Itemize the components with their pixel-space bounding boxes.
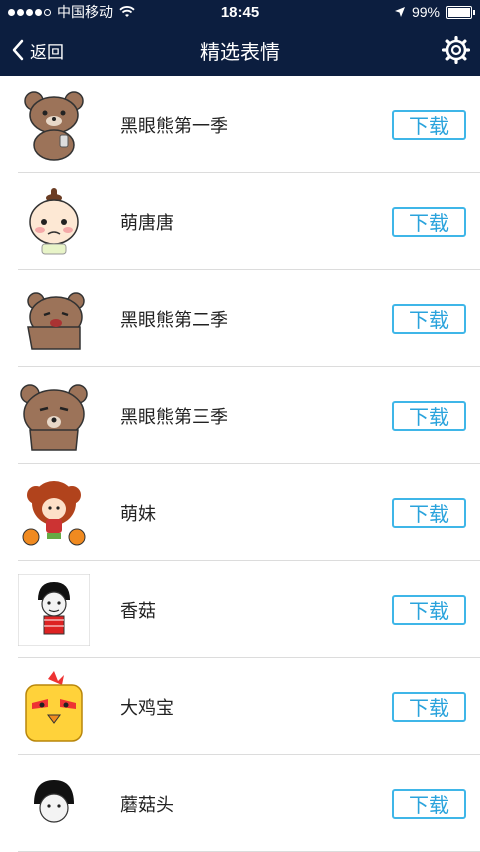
item-name: 黑眼熊第三季 [120, 406, 228, 427]
download-button[interactable]: 下载 [392, 594, 466, 625]
status-right: 99% [394, 4, 475, 20]
list-item[interactable]: 萌唐唐 下载 [0, 173, 480, 270]
list-item[interactable]: 大鸡宝 下载 [0, 658, 480, 755]
settings-button[interactable] [442, 36, 470, 64]
battery-icon [446, 5, 475, 19]
bear-sticker-thumbnail [18, 89, 90, 161]
bear-sticker-thumbnail [18, 380, 90, 452]
list-item[interactable]: 蘑菇头 下载 [0, 755, 480, 852]
back-button[interactable]: 返回 [10, 38, 64, 63]
gear-icon [442, 36, 470, 64]
list-item[interactable]: 香菇 下载 [0, 561, 480, 658]
chevron-left-icon [12, 39, 24, 61]
nav-bar: 返回 精选表情 [0, 24, 480, 76]
item-name: 黑眼熊第二季 [120, 309, 228, 330]
download-button[interactable]: 下载 [392, 109, 466, 140]
location-arrow-icon [394, 7, 405, 17]
item-name: 蘑菇头 [120, 794, 174, 815]
battery-percent: 99% [411, 4, 440, 20]
xianggu-sticker-thumbnail [18, 573, 90, 646]
download-button[interactable]: 下载 [392, 691, 466, 722]
back-label: 返回 [30, 42, 64, 62]
item-name: 黑眼熊第一季 [120, 115, 228, 136]
download-button[interactable]: 下载 [392, 400, 466, 431]
item-name: 萌妹 [120, 503, 156, 524]
list-item[interactable]: 黑眼熊第二季 下载 [0, 270, 480, 367]
download-button[interactable]: 下载 [392, 497, 466, 528]
carrier-name: 中国移动 [57, 4, 113, 20]
signal-icon [8, 8, 51, 16]
status-time: 18:45 [220, 3, 260, 21]
status-bar: 中国移动 18:45 99% [0, 0, 480, 24]
bear-sticker-thumbnail [18, 283, 90, 355]
sticker-list: 黑眼熊第一季 下载 萌唐唐 下载 黑眼熊第二季 下载 黑眼熊第三季 下载 萌妹 … [0, 76, 480, 852]
item-name: 香菇 [120, 600, 156, 621]
mengmei-sticker-thumbnail [18, 477, 90, 549]
list-item[interactable]: 黑眼熊第三季 下载 [0, 367, 480, 464]
page-title: 精选表情 [200, 41, 280, 64]
wifi-icon [119, 6, 135, 17]
tangtang-sticker-thumbnail [18, 186, 90, 258]
download-button[interactable]: 下载 [392, 303, 466, 334]
list-item[interactable]: 萌妹 下载 [0, 464, 480, 561]
item-name: 萌唐唐 [120, 212, 174, 233]
mogutou-sticker-thumbnail [18, 768, 90, 840]
list-item[interactable]: 黑眼熊第一季 下载 [0, 76, 480, 173]
item-name: 大鸡宝 [120, 697, 174, 718]
dajibao-sticker-thumbnail [18, 670, 90, 743]
download-button[interactable]: 下载 [392, 788, 466, 819]
download-button[interactable]: 下载 [392, 206, 466, 237]
status-left: 中国移动 [8, 2, 135, 22]
